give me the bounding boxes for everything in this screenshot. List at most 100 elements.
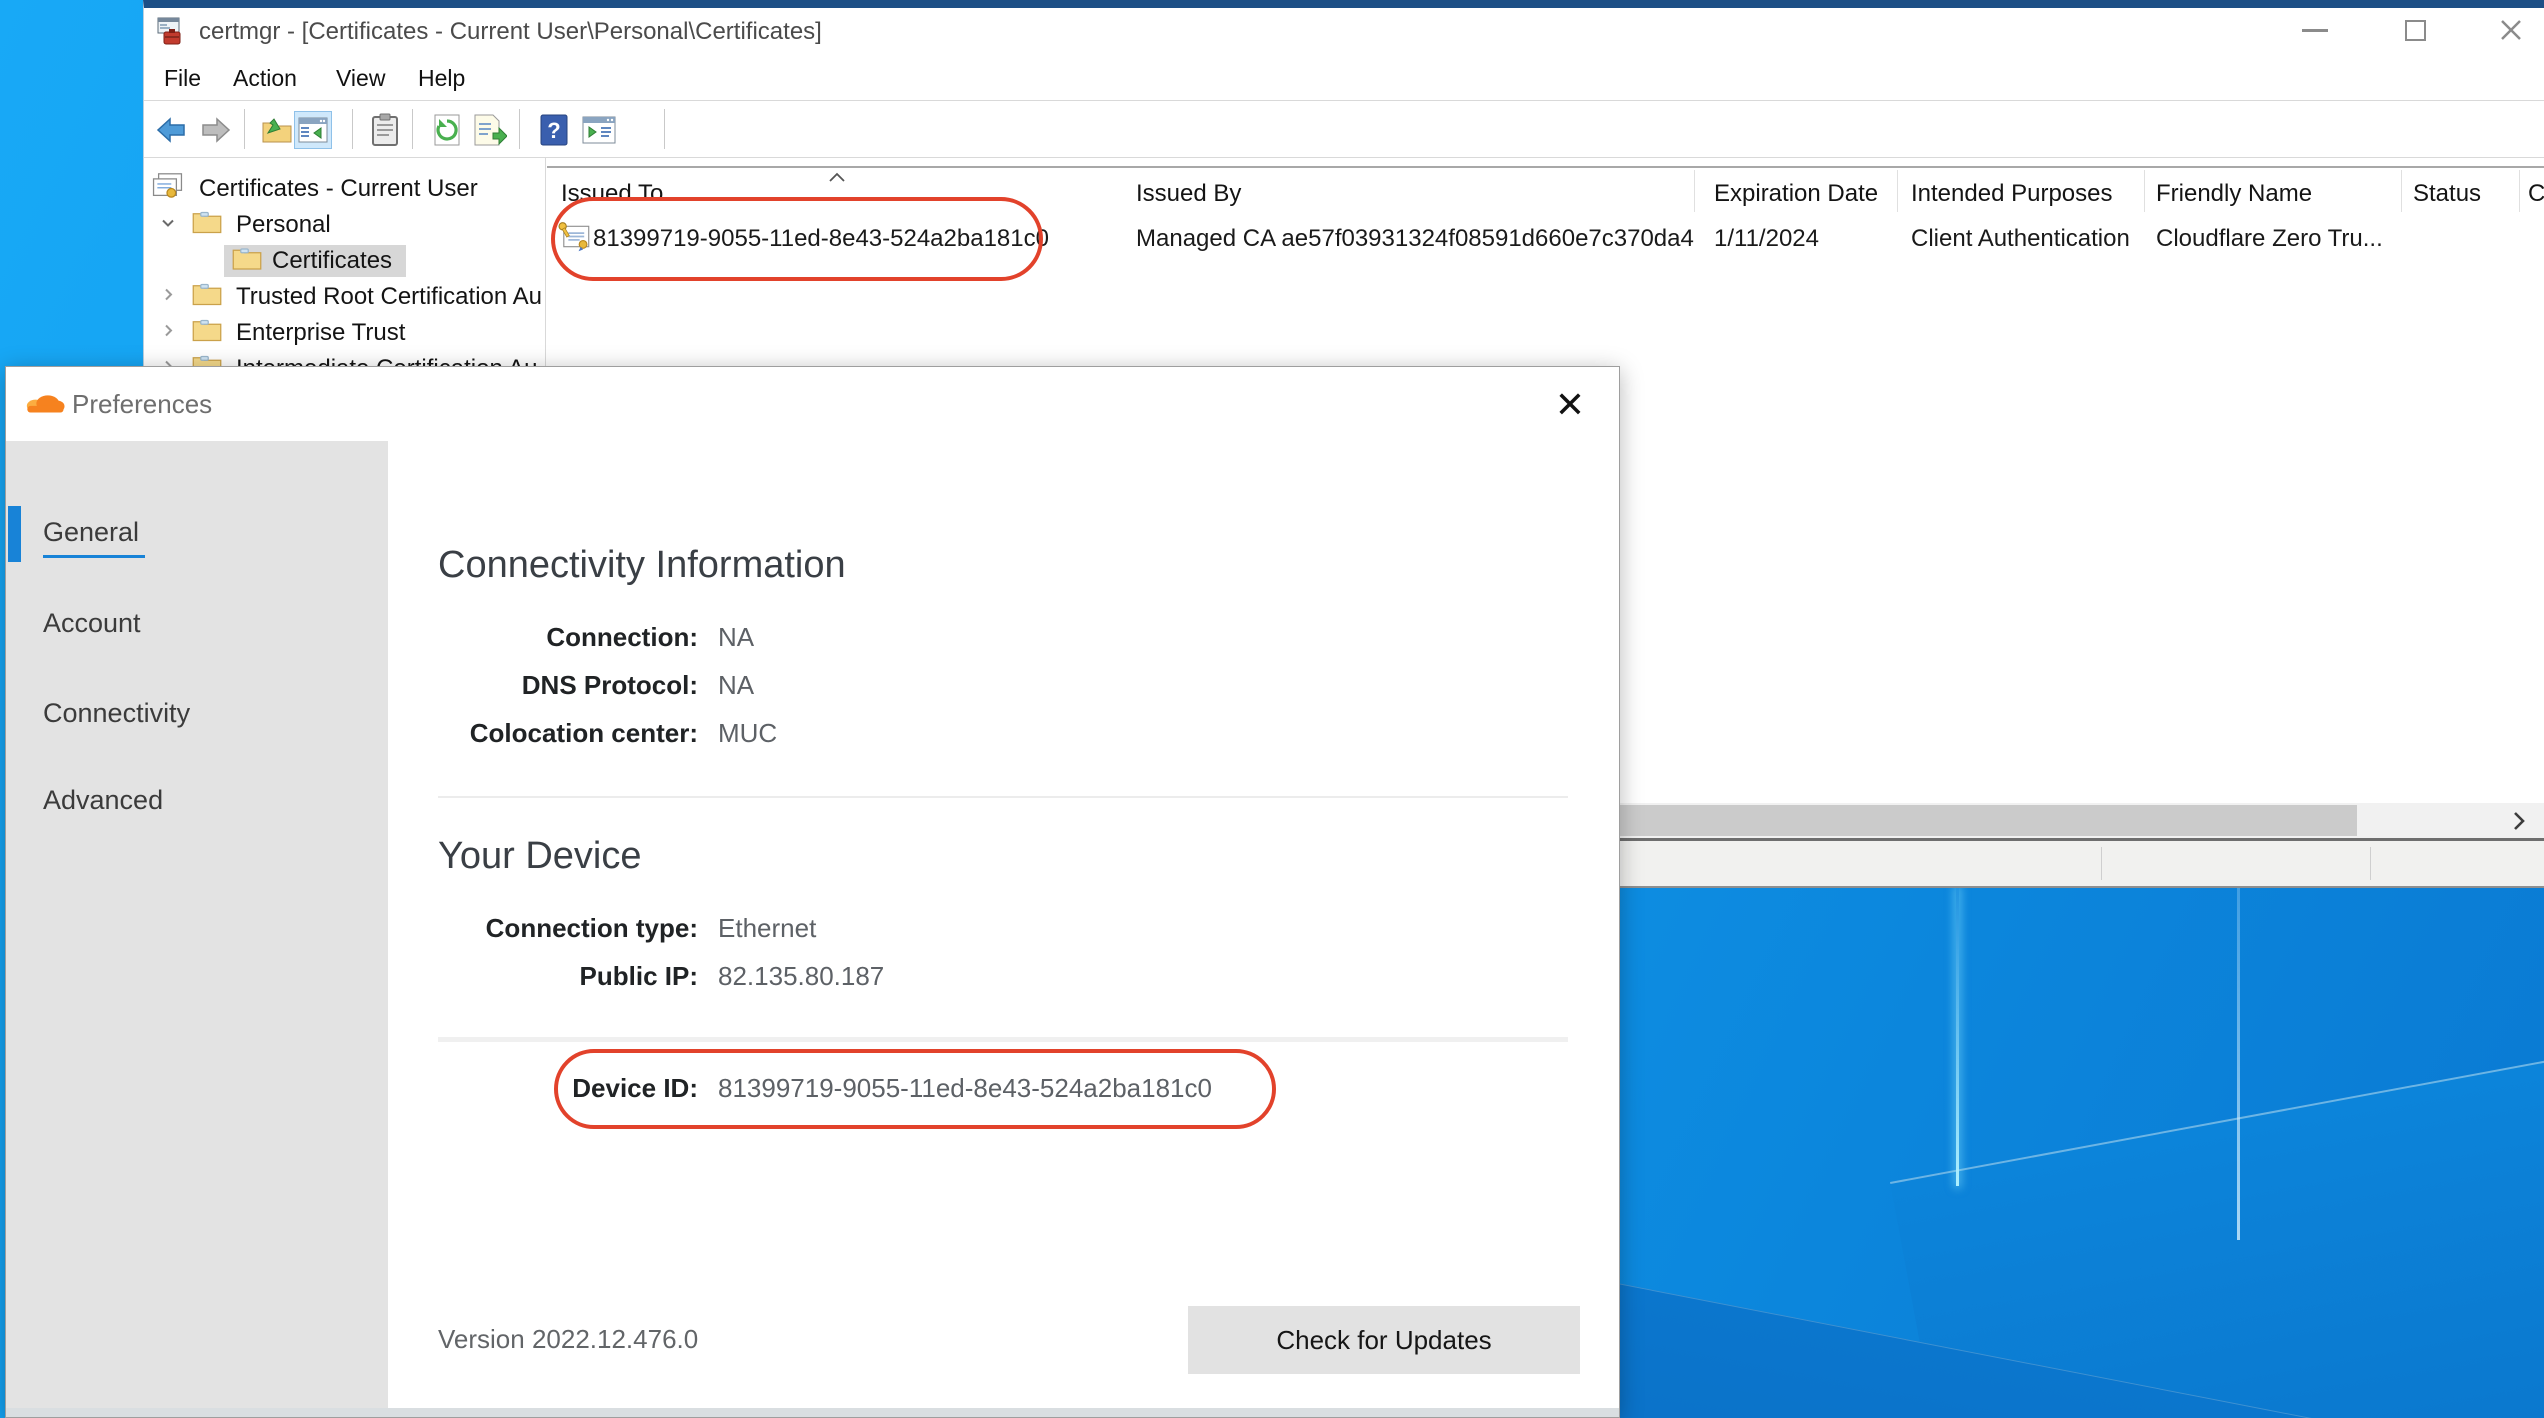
svg-text:?: ?	[547, 118, 560, 143]
sidebar-item-connectivity[interactable]: Connectivity	[43, 698, 190, 729]
column-separator[interactable]	[1897, 170, 1898, 212]
toolbar-separator	[519, 109, 520, 149]
wallpaper-beam	[2237, 888, 2240, 1240]
console-window-icon	[581, 115, 617, 145]
column-header-friendly-name[interactable]: Friendly Name	[2156, 180, 2312, 208]
certmgr-app-icon	[156, 17, 186, 47]
menu-view[interactable]: View	[336, 56, 385, 100]
column-header-issued-to[interactable]: Issued To	[561, 180, 663, 208]
back-button[interactable]	[152, 111, 190, 149]
chevron-down-icon[interactable]	[158, 213, 178, 238]
connection-label: Connection:	[386, 622, 698, 653]
chevron-right-icon[interactable]	[158, 321, 178, 346]
clipboard-icon	[370, 113, 400, 147]
version-text: Version 2022.12.476.0	[438, 1324, 698, 1355]
cell-intended-purposes: Client Authentication	[1911, 225, 2130, 253]
cell-expiration-date: 1/11/2024	[1714, 225, 1819, 253]
selected-tree-item[interactable]: Certificates	[224, 245, 406, 277]
close-icon	[2499, 18, 2523, 42]
your-device-heading: Your Device	[438, 835, 642, 878]
window-bottom-edge	[6, 1408, 1619, 1417]
column-header-expiration-date[interactable]: Expiration Date	[1714, 180, 1878, 208]
folder-icon	[192, 283, 222, 312]
folder-icon	[192, 319, 222, 348]
public-ip-label: Public IP:	[386, 961, 698, 992]
tree-item-label: Certificates - Current User	[199, 175, 478, 203]
status-bar-separator	[2101, 847, 2102, 880]
export-list-button[interactable]	[470, 111, 508, 149]
device-id-value: 81399719-9055-11ed-8e43-524a2ba181c0	[718, 1073, 1212, 1104]
toolbar-separator	[352, 109, 353, 149]
column-separator[interactable]	[2401, 170, 2402, 212]
folder-icon	[232, 247, 262, 276]
public-ip-value: 82.135.80.187	[718, 961, 884, 992]
paste-button[interactable]	[366, 111, 404, 149]
forward-button[interactable]	[197, 111, 235, 149]
column-separator[interactable]	[1694, 170, 1695, 212]
certmgr-titlebar[interactable]: certmgr - [Certificates - Current User\P…	[144, 8, 2544, 56]
tree-item-trusted-root[interactable]: Trusted Root Certification Au	[144, 281, 545, 313]
menu-file[interactable]: File	[164, 56, 201, 100]
connectivity-heading: Connectivity Information	[438, 544, 846, 587]
column-header-status[interactable]: Status	[2413, 180, 2481, 208]
menu-help[interactable]: Help	[418, 56, 465, 100]
sidebar-item-advanced[interactable]: Advanced	[43, 785, 163, 816]
section-divider	[438, 796, 1568, 798]
dns-protocol-value: NA	[718, 670, 754, 701]
maximize-icon	[2405, 20, 2426, 41]
column-separator[interactable]	[2519, 170, 2520, 212]
column-header-issued-by[interactable]: Issued By	[1136, 180, 1241, 208]
sort-ascending-icon	[827, 170, 847, 188]
scrollbar-right-arrow[interactable]	[2498, 803, 2540, 838]
folder-up-icon	[260, 113, 294, 147]
sidebar-selected-indicator	[8, 506, 21, 562]
new-window-button[interactable]	[580, 111, 618, 149]
cell-issued-to: 81399719-9055-11ed-8e43-524a2ba181c0	[593, 225, 1049, 253]
maximize-button[interactable]	[2384, 8, 2446, 52]
certificates-store-icon	[151, 173, 184, 206]
toolbar: ?	[144, 101, 2544, 158]
tree-root-certificates-current-user[interactable]: Certificates - Current User	[144, 173, 545, 205]
sidebar-item-general[interactable]: General	[43, 517, 139, 548]
menu-bar: File Action View Help	[144, 56, 2544, 101]
help-icon: ?	[539, 113, 569, 147]
minimize-icon	[2302, 29, 2328, 32]
dns-protocol-label: DNS Protocol:	[386, 670, 698, 701]
desktop: certmgr - [Certificates - Current User\P…	[0, 0, 2544, 1418]
colocation-center-label: Colocation center:	[386, 718, 698, 749]
refresh-button[interactable]	[428, 111, 466, 149]
up-one-level-button[interactable]	[258, 111, 296, 149]
tree-item-enterprise-trust[interactable]: Enterprise Trust	[144, 317, 545, 349]
sidebar-selected-underline	[43, 555, 145, 558]
device-id-label: Device ID:	[386, 1073, 698, 1104]
tree-item-personal[interactable]: Personal	[144, 209, 545, 241]
back-arrow-icon	[154, 113, 188, 147]
preferences-titlebar[interactable]: Preferences ✕	[6, 367, 1619, 441]
show-console-tree-button[interactable]	[294, 111, 332, 149]
status-bar-separator	[2370, 847, 2371, 880]
column-header-certificate-template[interactable]: Ce	[2528, 180, 2544, 208]
window-title: certmgr - [Certificates - Current User\P…	[199, 8, 822, 56]
column-header-intended-purposes[interactable]: Intended Purposes	[1911, 180, 2112, 208]
tree-item-certificates-selected[interactable]: Certificates	[144, 245, 545, 277]
forward-arrow-icon	[199, 113, 233, 147]
menu-action[interactable]: Action	[233, 56, 297, 100]
chevron-right-icon[interactable]	[158, 285, 178, 310]
minimize-button[interactable]	[2284, 8, 2346, 52]
column-separator[interactable]	[2144, 170, 2145, 212]
help-button[interactable]: ?	[535, 111, 573, 149]
preferences-close-button[interactable]: ✕	[1548, 383, 1592, 427]
check-for-updates-button[interactable]: Check for Updates	[1188, 1306, 1580, 1374]
chevron-right-icon	[2511, 810, 2527, 832]
console-tree-icon	[297, 114, 329, 146]
sidebar-item-account[interactable]: Account	[43, 608, 141, 639]
preferences-title: Preferences	[72, 367, 212, 441]
certificate-key-icon	[557, 221, 591, 256]
tree-item-label: Enterprise Trust	[236, 319, 405, 347]
tree-item-label: Trusted Root Certification Au	[236, 283, 542, 311]
close-button[interactable]	[2480, 8, 2542, 52]
cell-friendly-name: Cloudflare Zero Tru...	[2156, 225, 2383, 253]
tree-item-label: Personal	[236, 211, 331, 239]
connection-type-label: Connection type:	[386, 913, 698, 944]
certificate-row[interactable]: 81399719-9055-11ed-8e43-524a2ba181c0 Man…	[547, 215, 2544, 262]
